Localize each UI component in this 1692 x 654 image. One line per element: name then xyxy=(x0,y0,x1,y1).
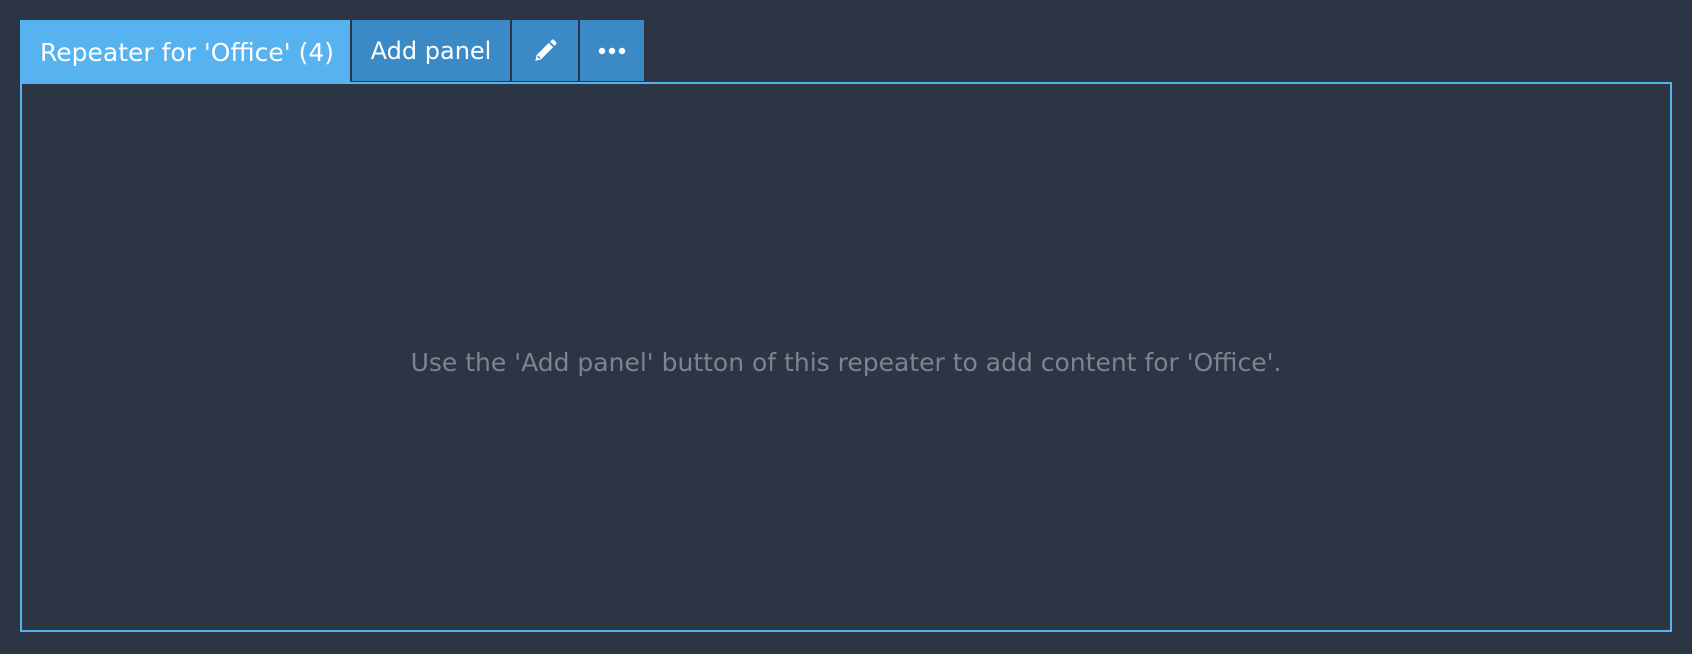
edit-button[interactable] xyxy=(510,20,578,81)
add-panel-button[interactable]: Add panel xyxy=(350,20,510,81)
repeater-toolbar: Repeater for 'Office' (4) Add panel xyxy=(20,20,644,84)
empty-repeater-message: Use the 'Add panel' button of this repea… xyxy=(410,347,1282,377)
more-options-button[interactable] xyxy=(578,20,644,81)
repeater-title-tab[interactable]: Repeater for 'Office' (4) xyxy=(20,20,350,84)
repeater-panel-area: Use the 'Add panel' button of this repea… xyxy=(20,82,1672,632)
pencil-icon xyxy=(532,38,558,64)
ellipsis-icon xyxy=(598,46,626,56)
